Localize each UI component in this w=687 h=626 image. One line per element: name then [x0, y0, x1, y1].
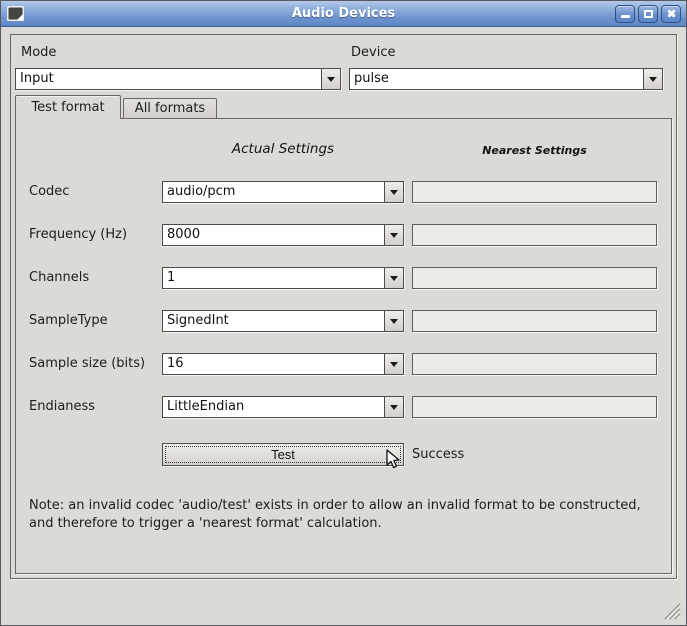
- window-title: Audio Devices: [1, 6, 686, 21]
- frequency-selected-value: 8000: [163, 225, 384, 245]
- channels-select[interactable]: 1: [162, 267, 404, 289]
- table-row: Sample size (bits) 16: [16, 353, 671, 376]
- sample-type-select[interactable]: SignedInt: [162, 310, 404, 332]
- codec-label: Codec: [29, 184, 69, 199]
- endianess-nearest-field: [412, 396, 657, 418]
- codec-select[interactable]: audio/pcm: [162, 181, 404, 203]
- note-text: Note: an invalid codec 'audio/test' exis…: [29, 497, 641, 533]
- device-label: Device: [351, 45, 395, 60]
- close-icon: [666, 8, 677, 19]
- endianess-selected-value: LittleEndian: [163, 397, 384, 417]
- mouse-cursor-icon: [383, 449, 401, 471]
- close-button[interactable]: [661, 5, 681, 23]
- mode-dropdown-button[interactable]: [321, 69, 340, 89]
- mode-label: Mode: [21, 45, 56, 60]
- codec-dropdown-button[interactable]: [384, 182, 403, 202]
- main-frame: Mode Device Input pulse Test format All …: [10, 34, 677, 579]
- minimize-button[interactable]: [615, 5, 635, 23]
- test-status-text: Success: [412, 447, 464, 462]
- endianess-label: Endianess: [29, 399, 95, 414]
- sample-size-dropdown-button[interactable]: [384, 354, 403, 374]
- device-selected-value: pulse: [350, 69, 643, 89]
- note-line-2: and therefore to trigger a 'nearest form…: [29, 515, 641, 533]
- channels-nearest-field: [412, 267, 657, 289]
- audio-devices-window: Audio Devices Mode Device Input pulse Te…: [0, 0, 687, 626]
- frequency-label: Frequency (Hz): [29, 227, 127, 242]
- channels-dropdown-button[interactable]: [384, 268, 403, 288]
- sample-size-nearest-field: [412, 353, 657, 375]
- maximize-button[interactable]: [638, 5, 658, 23]
- sample-size-label: Sample size (bits): [29, 356, 145, 371]
- nearest-settings-header: Nearest Settings: [412, 144, 657, 157]
- titlebar[interactable]: Audio Devices: [1, 1, 686, 27]
- device-dropdown-button[interactable]: [643, 69, 662, 89]
- table-row: SampleType SignedInt: [16, 310, 671, 333]
- chevron-down-icon: [649, 77, 657, 82]
- mode-selected-value: Input: [16, 69, 321, 89]
- chevron-down-icon: [390, 190, 398, 195]
- frequency-nearest-field: [412, 224, 657, 246]
- sample-type-selected-value: SignedInt: [163, 311, 384, 331]
- chevron-down-icon: [390, 233, 398, 238]
- chevron-down-icon: [390, 319, 398, 324]
- codec-selected-value: audio/pcm: [163, 182, 384, 202]
- chevron-down-icon: [327, 77, 335, 82]
- sample-size-select[interactable]: 16: [162, 353, 404, 375]
- sample-type-dropdown-button[interactable]: [384, 311, 403, 331]
- resize-grip-icon[interactable]: [661, 603, 681, 620]
- window-controls: [615, 5, 681, 23]
- test-button[interactable]: Test: [162, 443, 404, 466]
- mode-select[interactable]: Input: [15, 68, 341, 90]
- tab-all-formats[interactable]: All formats: [123, 98, 217, 118]
- sample-type-label: SampleType: [29, 313, 108, 328]
- note-line-1: Note: an invalid codec 'audio/test' exis…: [29, 497, 641, 515]
- table-row: Channels 1: [16, 267, 671, 290]
- table-row: Codec audio/pcm: [16, 181, 671, 204]
- channels-selected-value: 1: [163, 268, 384, 288]
- sample-type-nearest-field: [412, 310, 657, 332]
- table-row: Endianess LittleEndian: [16, 396, 671, 419]
- device-select[interactable]: pulse: [349, 68, 663, 90]
- tab-test-format[interactable]: Test format: [15, 95, 121, 119]
- sample-size-selected-value: 16: [163, 354, 384, 374]
- codec-nearest-field: [412, 181, 657, 203]
- endianess-select[interactable]: LittleEndian: [162, 396, 404, 418]
- test-format-panel: Actual Settings Nearest Settings Codec a…: [15, 118, 672, 574]
- frequency-select[interactable]: 8000: [162, 224, 404, 246]
- chevron-down-icon: [390, 405, 398, 410]
- frequency-dropdown-button[interactable]: [384, 225, 403, 245]
- table-row: Frequency (Hz) 8000: [16, 224, 671, 247]
- chevron-down-icon: [390, 362, 398, 367]
- channels-label: Channels: [29, 270, 89, 285]
- minimize-icon: [621, 15, 630, 18]
- maximize-icon: [644, 10, 653, 18]
- chevron-down-icon: [390, 276, 398, 281]
- actual-settings-header: Actual Settings: [162, 141, 404, 157]
- endianess-dropdown-button[interactable]: [384, 397, 403, 417]
